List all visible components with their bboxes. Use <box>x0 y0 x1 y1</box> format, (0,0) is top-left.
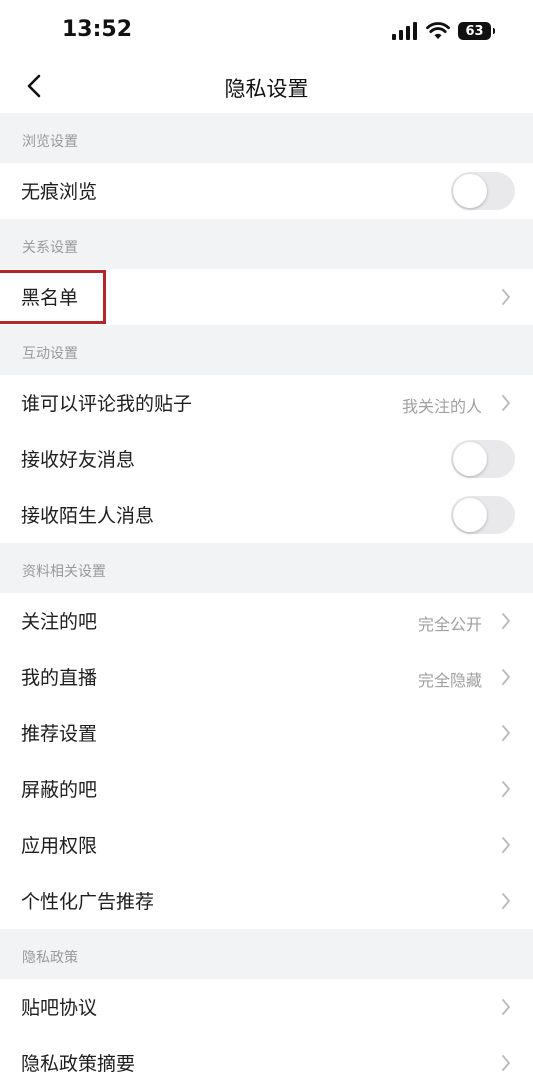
row-label: 无痕浏览 <box>21 181 98 203</box>
wifi-icon <box>426 22 450 39</box>
chevron-right-icon <box>502 613 510 629</box>
row-blocked-bars[interactable]: 屏蔽的吧 <box>0 761 533 817</box>
chevron-right-icon <box>502 669 510 685</box>
friend-messages-toggle[interactable] <box>451 440 515 478</box>
row-label: 屏蔽的吧 <box>21 779 98 801</box>
section-header-interaction: 互动设置 <box>0 325 533 375</box>
row-label: 谁可以评论我的贴子 <box>21 393 193 415</box>
row-tieba-agreement[interactable]: 贴吧协议 <box>0 979 533 1035</box>
highlight-annotation <box>0 270 106 324</box>
toggle-knob <box>453 498 487 532</box>
section-header-relation: 关系设置 <box>0 219 533 269</box>
row-label: 应用权限 <box>21 835 98 857</box>
battery-icon: 63 <box>458 22 495 40</box>
row-incognito: 无痕浏览 <box>0 163 533 219</box>
row-label: 接收陌生人消息 <box>21 505 155 527</box>
section-title: 浏览设置 <box>22 134 78 150</box>
chevron-right-icon <box>502 725 510 741</box>
status-bar: 13:52 63 <box>0 0 533 60</box>
section-header-browse: 浏览设置 <box>0 113 533 163</box>
row-my-live[interactable]: 我的直播 完全隐藏 <box>0 649 533 705</box>
chevron-right-icon <box>502 1055 510 1071</box>
toggle-knob <box>453 174 487 208</box>
section-header-policy: 隐私政策 <box>0 929 533 979</box>
incognito-toggle[interactable] <box>451 172 515 210</box>
status-time: 13:52 <box>62 17 133 42</box>
row-value: 完全公开 <box>417 615 482 634</box>
row-label: 接收好友消息 <box>21 449 136 471</box>
stranger-messages-toggle[interactable] <box>451 496 515 534</box>
section-header-profile: 资料相关设置 <box>0 543 533 593</box>
chevron-right-icon <box>502 999 510 1015</box>
row-label: 推荐设置 <box>21 723 98 745</box>
section-title: 关系设置 <box>22 240 78 256</box>
chevron-right-icon <box>502 395 510 411</box>
row-recommend-settings[interactable]: 推荐设置 <box>0 705 533 761</box>
status-icons: 63 <box>392 20 495 42</box>
row-stranger-messages: 接收陌生人消息 <box>0 487 533 543</box>
row-label: 关注的吧 <box>21 611 98 633</box>
row-label: 个性化广告推荐 <box>21 891 155 913</box>
chevron-right-icon <box>502 893 510 909</box>
row-value: 我关注的人 <box>401 397 482 416</box>
nav-bar: 隐私设置 <box>0 60 533 113</box>
row-followed-bars[interactable]: 关注的吧 完全公开 <box>0 593 533 649</box>
section-title: 互动设置 <box>22 346 78 362</box>
chevron-right-icon <box>502 837 510 853</box>
battery-level: 63 <box>465 23 484 39</box>
row-privacy-summary[interactable]: 隐私政策摘要 <box>0 1035 533 1080</box>
row-label: 贴吧协议 <box>21 997 98 1019</box>
toggle-knob <box>453 442 487 476</box>
signal-icon <box>392 22 417 40</box>
section-title: 隐私政策 <box>22 950 78 966</box>
chevron-right-icon <box>502 289 510 305</box>
row-app-permissions[interactable]: 应用权限 <box>0 817 533 873</box>
row-comment-permission[interactable]: 谁可以评论我的贴子 我关注的人 <box>0 375 533 431</box>
row-label: 我的直播 <box>21 667 98 689</box>
row-friend-messages: 接收好友消息 <box>0 431 533 487</box>
row-personalized-ads[interactable]: 个性化广告推荐 <box>0 873 533 929</box>
chevron-right-icon <box>502 781 510 797</box>
row-value: 完全隐藏 <box>417 671 482 690</box>
section-title: 资料相关设置 <box>22 564 106 580</box>
row-label: 隐私政策摘要 <box>21 1053 136 1075</box>
page-title: 隐私设置 <box>224 77 309 101</box>
